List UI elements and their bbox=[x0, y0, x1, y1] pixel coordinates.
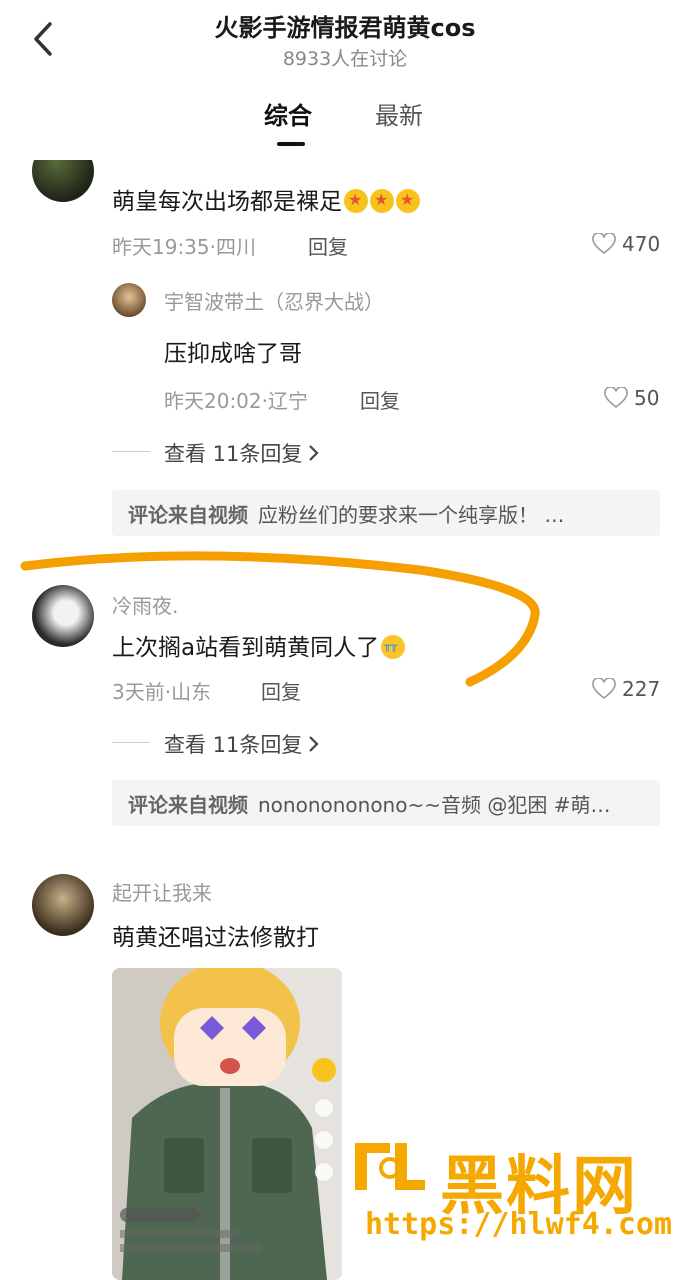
view-replies-label: 查看 11条回复 bbox=[164, 733, 303, 757]
tab-latest[interactable]: 最新 bbox=[375, 96, 423, 131]
heart-icon bbox=[604, 387, 628, 409]
highlight-annotation bbox=[20, 551, 540, 687]
comment-text: 萌皇每次出场都是裸足 bbox=[112, 182, 420, 216]
active-tab-indicator bbox=[277, 142, 305, 146]
divider bbox=[112, 742, 150, 743]
view-replies-button[interactable]: 查看 11条回复 bbox=[164, 729, 322, 759]
like-button[interactable]: 227 bbox=[592, 677, 660, 701]
like-button[interactable]: 50 bbox=[604, 386, 659, 410]
reply-username[interactable]: 宇智波带土（忍界大战） bbox=[164, 286, 384, 315]
cosplay-photo-image bbox=[112, 968, 342, 1280]
like-button[interactable]: 470 bbox=[592, 232, 660, 256]
comment-meta: 昨天19:35·四川 bbox=[112, 235, 256, 259]
source-label: 评论来自视频 bbox=[128, 792, 248, 817]
page-title: 火影手游情报君萌黄cos bbox=[214, 14, 476, 42]
discussion-count: 8933人在讨论 bbox=[282, 48, 408, 70]
reply-text: 压抑成啥了哥 bbox=[164, 341, 302, 367]
like-count: 227 bbox=[622, 677, 661, 701]
divider bbox=[112, 451, 150, 452]
watermark-url: https://hlwf4.com bbox=[365, 1207, 673, 1242]
site-watermark: 黑料网 https://hlwf4.com bbox=[345, 1135, 672, 1245]
star-struck-emoji-icon bbox=[344, 189, 368, 213]
like-count: 470 bbox=[622, 232, 661, 256]
source-text: 应粉丝们的要求来一个纯享版！ … bbox=[258, 502, 565, 527]
comment-text-content: 萌皇每次出场都是裸足 bbox=[112, 189, 342, 215]
like-count: 50 bbox=[634, 386, 660, 410]
star-struck-emoji-icon bbox=[370, 189, 394, 213]
tab-bar: 综合 最新 bbox=[0, 96, 690, 146]
top-bar: 火影手游情报君萌黄cos 8933人在讨论 综合 最新 bbox=[0, 0, 690, 160]
source-text: nononononono~~音频 @犯困 #萌… bbox=[258, 792, 611, 817]
comment-image[interactable] bbox=[112, 968, 342, 1280]
avatar[interactable] bbox=[32, 874, 94, 936]
comment-text: 萌黄还唱过法修散打 bbox=[112, 925, 319, 951]
star-struck-emoji-icon bbox=[396, 189, 420, 213]
avatar[interactable] bbox=[112, 283, 146, 317]
chevron-right-icon bbox=[309, 736, 319, 752]
video-source-bar[interactable]: 评论来自视频 应粉丝们的要求来一个纯享版！ … bbox=[112, 490, 660, 536]
heart-icon bbox=[592, 233, 616, 255]
video-source-bar[interactable]: 评论来自视频 nononononono~~音频 @犯困 #萌… bbox=[112, 780, 660, 826]
reply-meta: 昨天20:02·辽宁 bbox=[164, 389, 308, 413]
reply-button[interactable]: 回复 bbox=[308, 231, 348, 260]
tab-comprehensive[interactable]: 综合 bbox=[264, 96, 312, 131]
comment-username[interactable]: 起开让我来 bbox=[112, 877, 212, 906]
view-replies-label: 查看 11条回复 bbox=[164, 442, 303, 466]
chevron-right-icon bbox=[309, 445, 319, 461]
brand-logo-icon bbox=[355, 1143, 425, 1190]
source-label: 评论来自视频 bbox=[128, 502, 248, 527]
heart-icon bbox=[592, 678, 616, 700]
view-replies-button[interactable]: 查看 11条回复 bbox=[164, 438, 322, 468]
reply-button[interactable]: 回复 bbox=[360, 385, 400, 414]
